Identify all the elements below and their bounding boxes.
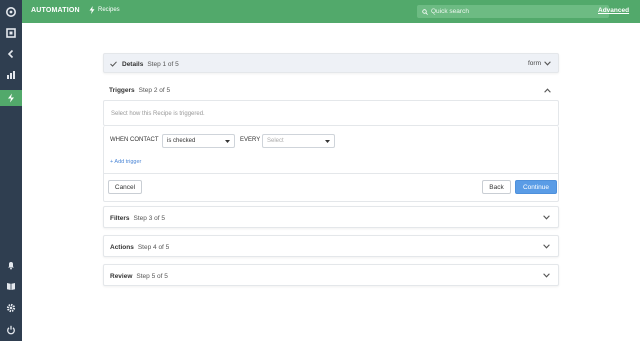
top-bar: AUTOMATION Recipes Advanced: [22, 0, 640, 23]
step-actions-header[interactable]: Actions Step 4 of 5: [104, 236, 558, 258]
condition-label: WHEN CONTACT: [110, 137, 159, 143]
step-title: Actions: [110, 243, 134, 251]
step-review-header[interactable]: Review Step 5 of 5: [104, 265, 558, 287]
square-icon[interactable]: [0, 25, 22, 41]
logo-icon[interactable]: [0, 4, 22, 20]
condition-select[interactable]: is checked: [162, 134, 235, 148]
book-icon[interactable]: [0, 278, 22, 294]
breadcrumb[interactable]: Recipes: [89, 6, 120, 14]
caret-down-icon: [225, 140, 230, 143]
chevron-down-icon[interactable]: [543, 244, 550, 249]
step-triggers: Triggers Step 2 of 5 Select how this Rec…: [103, 81, 559, 202]
caret-down-icon: [325, 140, 330, 143]
cancel-button[interactable]: Cancel: [108, 180, 142, 194]
quick-search[interactable]: [417, 5, 609, 18]
condition-select-value: is checked: [167, 138, 196, 144]
trigger-hint-box: Select how this Recipe is triggered.: [103, 100, 559, 126]
step-triggers-header[interactable]: Triggers Step 2 of 5: [103, 81, 559, 100]
step-count: Step 3 of 5: [133, 214, 165, 222]
continue-button[interactable]: Continue: [515, 180, 557, 194]
back-button[interactable]: Back: [482, 180, 511, 194]
bar-chart-icon[interactable]: [0, 67, 22, 83]
trigger-hint: Select how this Recipe is triggered.: [111, 111, 205, 117]
step-filters[interactable]: Filters Step 3 of 5: [103, 206, 559, 228]
lightning-icon: [89, 6, 95, 14]
step-count: Step 5 of 5: [136, 272, 168, 280]
step-title: Filters: [110, 214, 130, 222]
step-title: Triggers: [109, 87, 135, 94]
breadcrumb-label: Recipes: [98, 7, 120, 13]
check-icon: [110, 61, 117, 67]
chevron-down-icon[interactable]: [543, 215, 550, 220]
step-review[interactable]: Review Step 5 of 5: [103, 264, 559, 286]
step-title: Review: [110, 272, 133, 280]
step-details-header[interactable]: Details Step 1 of 5: [104, 54, 558, 74]
bell-icon[interactable]: [0, 257, 22, 273]
every-select[interactable]: Select: [262, 134, 335, 148]
details-value: form: [528, 60, 541, 67]
chevron-down-icon[interactable]: [543, 273, 550, 278]
step-filters-header[interactable]: Filters Step 3 of 5: [104, 207, 558, 229]
advanced-link[interactable]: Advanced: [598, 7, 629, 14]
left-rail: [0, 0, 22, 341]
step-count: Step 4 of 5: [137, 243, 170, 251]
gear-icon[interactable]: [0, 300, 22, 316]
search-icon: [422, 8, 428, 15]
app-root: AUTOMATION Recipes Advanced Details Step…: [0, 0, 640, 341]
every-label: EVERY: [240, 137, 261, 143]
app-title: AUTOMATION: [31, 7, 80, 14]
step-title: Details: [122, 60, 144, 68]
add-trigger-link[interactable]: + Add trigger: [110, 159, 141, 165]
search-input[interactable]: [431, 8, 601, 15]
chevron-up-icon[interactable]: [544, 88, 551, 93]
back-arrow-icon[interactable]: [0, 46, 22, 62]
trigger-actions: Cancel Back Continue: [103, 173, 559, 202]
every-select-placeholder: Select: [267, 138, 284, 144]
step-details[interactable]: Details Step 1 of 5 form: [103, 53, 559, 73]
power-icon[interactable]: [0, 322, 22, 338]
step-count: Step 2 of 5: [138, 87, 171, 94]
step-actions[interactable]: Actions Step 4 of 5: [103, 235, 559, 257]
step-count: Step 1 of 5: [147, 60, 179, 68]
chevron-down-icon[interactable]: [544, 61, 551, 66]
lightning-icon[interactable]: [0, 90, 22, 106]
